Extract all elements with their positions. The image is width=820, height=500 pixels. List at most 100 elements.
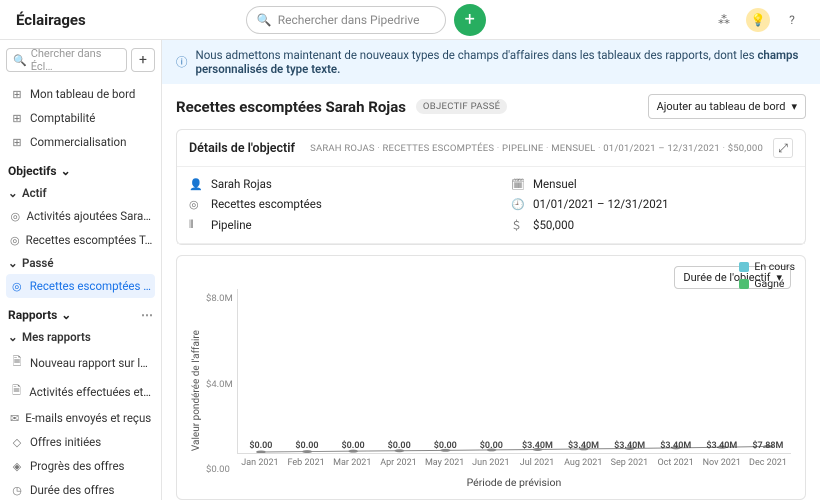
sidebar: 🔍 Chercher dans Écl… + ⊞ Mon tableau de b… [0,40,162,500]
legend-swatch [739,262,749,272]
detail-icon: ＄ [511,217,525,233]
legend-swatch [739,279,749,289]
insights-icon[interactable]: 💡 [746,8,770,32]
item-icon: ◷ [10,484,24,497]
sidebar-item[interactable]: ⊞Comptabilité [6,106,155,130]
sidebar-item[interactable]: ◈Progrès des offres [6,454,155,478]
chart-bar: $0.00 [376,441,422,453]
detail-value: Sarah Rojas [211,177,272,191]
sidebar-group-actif[interactable]: ⌄ Actif [6,182,155,204]
reports-heading[interactable]: Rapports ⌄ ⋯ [8,308,153,322]
sidebar-item[interactable]: ◎ Activités ajoutées Sara… [6,204,155,228]
bar-value-label: $3.40M [568,441,599,451]
chevron-down-icon: ⌄ [8,186,18,200]
global-search-placeholder: Rechercher dans Pipedrive [278,13,420,27]
detail-value: 01/01/2021 – 12/31/2021 [533,197,669,211]
sidebar-item-label: Nouveau rapport sur l… [30,356,148,370]
sidebar-item[interactable]: ◎Recettes escomptées T… [6,228,155,252]
sidebar-item-label: Activités effectuées et… [29,385,151,399]
sidebar-item[interactable]: ⊞ Mon tableau de bord [6,82,155,106]
breadcrumb-item: MENSUEL [551,143,603,154]
chart-plot: $0.00$0.00$0.00$0.00$0.00$0.00$3.40M$3.4… [237,289,791,454]
chevron-down-icon: ⌄ [8,330,18,344]
sidebar-item[interactable]: 🗎 Activités effectuées et… [6,377,155,406]
item-icon: ⊞ [10,112,24,125]
report-title: Recettes escomptées Sarah Rojas [176,98,406,116]
add-to-dashboard-button[interactable]: Ajouter au tableau de bord ▾ [648,94,806,119]
sidebar-item-label: Commercialisation [30,135,126,149]
sidebar-item-label: Activités ajoutées Sara… [27,209,151,223]
details-card-title: Détails de l'objectif [189,141,295,156]
sidebar-item-label: Recettes escomptées … [30,279,151,293]
bar-value-label: $0.00 [249,441,272,451]
item-icon: ⊞ [10,88,24,101]
detail-icon: ⫴ [189,218,203,232]
detail-icon: 🗓 [511,178,525,191]
chevron-down-icon: ▾ [791,100,797,113]
x-tick: Feb 2021 [283,454,329,472]
legend-item: En cours [739,260,795,273]
x-tick: Apr 2021 [375,454,421,472]
sidebar-add-button[interactable]: + [131,48,155,72]
bar-value-label: $3.40M [706,441,737,451]
chart-bar: $3.40M [607,441,653,453]
detail-row: 🗓Mensuel [511,177,793,191]
breadcrumb-item: 01/01/2021 – 12/31/2021 [603,143,727,154]
item-icon: ◎ [10,234,20,247]
global-search-input[interactable]: 🔍 Rechercher dans Pipedrive [246,6,446,34]
legend-label: En cours [754,260,795,273]
item-icon: ⊞ [10,136,24,149]
chart-bar: $0.00 [422,441,468,453]
item-icon: 🗎 [10,353,24,372]
item-icon: ◎ [10,210,21,223]
expand-button[interactable]: ⤢ [773,138,793,158]
chart-bar: $0.00 [330,441,376,453]
detail-value: Recettes escomptées [211,197,322,211]
sidebar-item-label: Mon tableau de bord [30,87,135,101]
chart-bar: $3.40M [514,441,560,453]
detail-icon: ◎ [189,198,203,211]
y-axis: $8.0M$4.0M$0.00 [206,289,237,493]
sidebar-item[interactable]: ⊞ Commercialisation [6,130,155,154]
sidebar-group-mesrapports-label: Mes rapports [22,330,91,344]
sidebar-item[interactable]: ✉E-mails envoyés et reçus [6,406,155,430]
x-axis-label: Période de prévision [237,472,791,493]
sidebar-item[interactable]: ◷ Durée des offres [6,478,155,500]
x-tick: May 2021 [422,454,468,472]
detail-row: ◎ Recettes escomptées [189,197,471,211]
expand-icon: ⤢ [778,141,788,156]
item-icon: 🗎 [10,382,23,401]
help-icon[interactable]: ? [780,8,804,32]
item-icon: ◇ [10,436,24,449]
bar-value-label: $0.00 [342,441,365,451]
x-axis: Jan 2021Feb 2021Mar 2021Apr 2021May 2021… [237,454,791,472]
detail-row: 👤Sarah Rojas [189,177,471,191]
bar-value-label: $7.88M [752,441,783,451]
trend-line [238,289,791,453]
sidebar-item[interactable]: 🗎 Nouveau rapport sur l… [6,348,155,377]
x-tick: Jun 2021 [468,454,514,472]
objectives-heading[interactable]: Objectifs ⌄ [8,164,153,178]
sidebar-group-mesrapports[interactable]: ⌄ Mes rapports [6,326,155,348]
sidebar-item[interactable]: ◇Offres initiées [6,430,155,454]
add-to-dashboard-label: Ajouter au tableau de bord [657,100,786,113]
more-icon[interactable]: ⋯ [141,308,153,322]
sidebar-item-label: E-mails envoyés et reçus [25,411,151,425]
sidebar-group-passe[interactable]: ⌄ Passé [6,252,155,274]
sidebar-search-input[interactable]: 🔍 Chercher dans Écl… [6,48,127,72]
detail-value: Pipeline [211,218,252,232]
tools-icon[interactable]: ⁂ [712,8,736,32]
bar-value-label: $0.00 [295,441,318,451]
info-icon: ⓘ [176,54,188,70]
detail-icon: 🕘 [511,198,525,211]
sidebar-item-label: Durée des offres [30,483,114,497]
x-tick: Aug 2021 [560,454,606,472]
objectives-heading-label: Objectifs [8,164,57,178]
details-card: Détails de l'objectif SARAH ROJASRECETTE… [176,129,806,245]
y-axis-label: Valeur pondérée de l'affaire [191,330,202,451]
bar-value-label: $0.00 [388,441,411,451]
detail-row: ＄$50,000 [511,217,793,233]
detail-row: ⫴ Pipeline [189,217,471,233]
sidebar-item[interactable]: ◎Recettes escomptées … [6,274,155,298]
add-button[interactable]: + [454,4,486,36]
